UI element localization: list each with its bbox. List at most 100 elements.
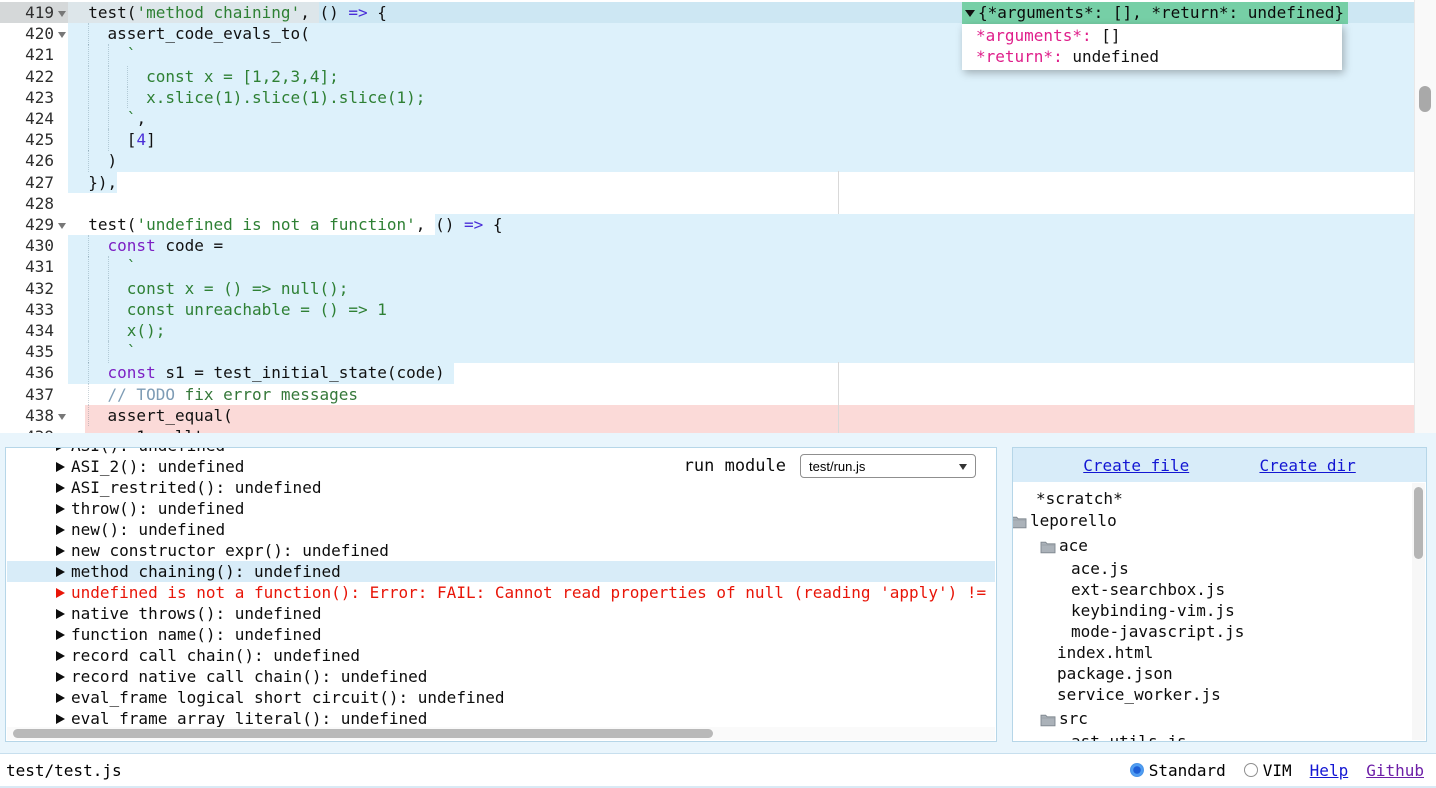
code-line-436[interactable]: 436 const s1 = test_initial_state(code) (0, 362, 1414, 384)
expand-triangle-icon[interactable] (56, 651, 70, 661)
tree-folder-leporello[interactable]: leporello (1030, 510, 1117, 531)
test-result-item[interactable]: new(): undefined (56, 519, 225, 540)
create-file-link[interactable]: Create file (1083, 456, 1189, 475)
code-line-429[interactable]: 429 test('undefined is not a function', … (0, 214, 1414, 236)
expand-triangle-icon[interactable] (56, 525, 70, 535)
test-result-item[interactable]: method chaining(): undefined (56, 561, 341, 582)
expand-triangle-icon[interactable] (56, 567, 70, 577)
gutter-435[interactable]: 435 (0, 341, 68, 362)
expand-triangle-icon[interactable] (56, 448, 70, 451)
gutter-420[interactable]: 420 (0, 23, 68, 44)
gutter-438[interactable]: 438 (0, 405, 68, 426)
gutter-437[interactable]: 437 (0, 384, 68, 405)
code-line-431[interactable]: 431 ` (0, 256, 1414, 278)
gutter-424[interactable]: 424 (0, 108, 68, 129)
expand-triangle-icon[interactable] (56, 546, 70, 556)
gutter-419[interactable]: 419 (0, 2, 68, 23)
tree-file-mode-javascript.js[interactable]: mode-javascript.js (1071, 621, 1244, 642)
gutter-425[interactable]: 425 (0, 129, 68, 150)
gutter-427[interactable]: 427 (0, 172, 68, 193)
code-editor[interactable]: 419 test('method chaining', () => {420 a… (0, 0, 1436, 433)
run-module-select[interactable]: test/run.js (800, 454, 976, 478)
tree-file-service-worker.js[interactable]: service_worker.js (1057, 684, 1221, 705)
fold-arrow-icon[interactable] (58, 11, 66, 21)
test-result-item[interactable]: function name(): undefined (56, 624, 321, 645)
output-hscrollbar-thumb[interactable] (13, 729, 713, 738)
gutter-439[interactable]: 439 (0, 426, 68, 433)
code-line-425[interactable]: 425 [4] (0, 129, 1414, 151)
test-result-item[interactable]: new constructor expr(): undefined (56, 540, 389, 561)
code-line-427[interactable]: 427 }), (0, 172, 1414, 194)
test-result-item[interactable]: record call chain(): undefined (56, 645, 360, 666)
test-result-item[interactable]: ASI_restrited(): undefined (56, 477, 321, 498)
editor-scrollbar-track[interactable] (1414, 0, 1436, 433)
create-dir-link[interactable]: Create dir (1259, 456, 1355, 475)
value-inspector-tooltip[interactable]: {*arguments*: [], *return*: undefined} *… (962, 2, 1348, 70)
radio-standard[interactable] (1130, 763, 1144, 777)
gutter-433[interactable]: 433 (0, 299, 68, 320)
expand-triangle-icon[interactable] (56, 483, 70, 493)
code-line-439[interactable]: 439 s1.calltree (0, 426, 1414, 433)
gutter-430[interactable]: 430 (0, 235, 68, 256)
output-hscrollbar-track[interactable] (7, 727, 995, 740)
fold-arrow-icon[interactable] (58, 414, 66, 424)
test-result-item[interactable]: eval_frame array_literal(): undefined (56, 708, 427, 727)
tooltip-header[interactable]: {*arguments*: [], *return*: undefined} (962, 2, 1348, 24)
code-line-437[interactable]: 437 // TODO fix error messages (0, 384, 1414, 406)
collapse-triangle-icon[interactable] (965, 10, 975, 22)
expand-triangle-icon[interactable] (56, 630, 70, 640)
tree-file-ast-utils.js[interactable]: ast_utils.js (1071, 731, 1187, 741)
expand-triangle-icon[interactable] (56, 462, 70, 472)
fold-arrow-icon[interactable] (58, 223, 66, 233)
gutter-436[interactable]: 436 (0, 362, 68, 383)
code-line-424[interactable]: 424 `, (0, 108, 1414, 130)
tree-folder-src[interactable]: src (1059, 708, 1088, 729)
code-line-426[interactable]: 426 ) (0, 150, 1414, 172)
tree-file--scratch-[interactable]: *scratch* (1036, 488, 1123, 509)
expand-triangle-icon[interactable] (56, 504, 70, 514)
code-line-438[interactable]: 438 assert_equal( (0, 405, 1414, 427)
gutter-426[interactable]: 426 (0, 150, 68, 171)
fold-arrow-icon[interactable] (58, 32, 66, 42)
tree-file-keybinding-vim.js[interactable]: keybinding-vim.js (1071, 600, 1235, 621)
test-result-item[interactable]: eval_frame logical short circuit(): unde… (56, 687, 504, 708)
tree-file-ace.js[interactable]: ace.js (1071, 558, 1129, 579)
code-line-432[interactable]: 432 const x = () => null(); (0, 278, 1414, 300)
gutter-429[interactable]: 429 (0, 214, 68, 235)
tree-scrollbar-thumb[interactable] (1414, 487, 1423, 559)
code-line-435[interactable]: 435 ` (0, 341, 1414, 363)
gutter-422[interactable]: 422 (0, 66, 68, 87)
test-result-item[interactable]: throw(): undefined (56, 498, 244, 519)
tooltip-row-arguments[interactable]: *arguments*: [] (976, 25, 1328, 46)
editor-scrollbar-thumb[interactable] (1419, 86, 1431, 112)
gutter-432[interactable]: 432 (0, 278, 68, 299)
github-link[interactable]: Github (1366, 761, 1424, 780)
radio-vim[interactable] (1244, 763, 1258, 777)
gutter-434[interactable]: 434 (0, 320, 68, 341)
expand-triangle-icon[interactable] (56, 714, 70, 724)
expand-triangle-icon[interactable] (56, 609, 70, 619)
tooltip-row-return[interactable]: *return*: undefined (976, 46, 1328, 67)
code-line-430[interactable]: 430 const code = (0, 235, 1414, 257)
tree-folder-ace[interactable]: ace (1059, 535, 1088, 556)
test-result-item[interactable]: undefined is not a function(): Error: FA… (56, 582, 986, 603)
gutter-421[interactable]: 421 (0, 44, 68, 65)
test-result-item[interactable]: ASI_2(): undefined (56, 456, 244, 477)
expand-triangle-icon[interactable] (56, 588, 70, 598)
help-link[interactable]: Help (1310, 761, 1349, 780)
code-line-433[interactable]: 433 const unreachable = () => 1 (0, 299, 1414, 321)
expand-triangle-icon[interactable] (56, 693, 70, 703)
gutter-423[interactable]: 423 (0, 87, 68, 108)
test-result-item[interactable]: record native call chain(): undefined (56, 666, 427, 687)
code-line-434[interactable]: 434 x(); (0, 320, 1414, 342)
tree-file-package.json[interactable]: package.json (1057, 663, 1173, 684)
test-result-item[interactable]: ASI(): undefined (56, 448, 225, 456)
test-result-item[interactable]: native throws(): undefined (56, 603, 321, 624)
keybinding-standard-option[interactable]: Standard (1130, 761, 1226, 780)
gutter-428[interactable]: 428 (0, 193, 68, 214)
expand-triangle-icon[interactable] (56, 672, 70, 682)
keybinding-vim-option[interactable]: VIM (1244, 761, 1292, 780)
tree-file-ext-searchbox.js[interactable]: ext-searchbox.js (1071, 579, 1225, 600)
tree-scrollbar-track[interactable] (1412, 483, 1425, 740)
code-line-423[interactable]: 423 x.slice(1).slice(1).slice(1); (0, 87, 1414, 109)
